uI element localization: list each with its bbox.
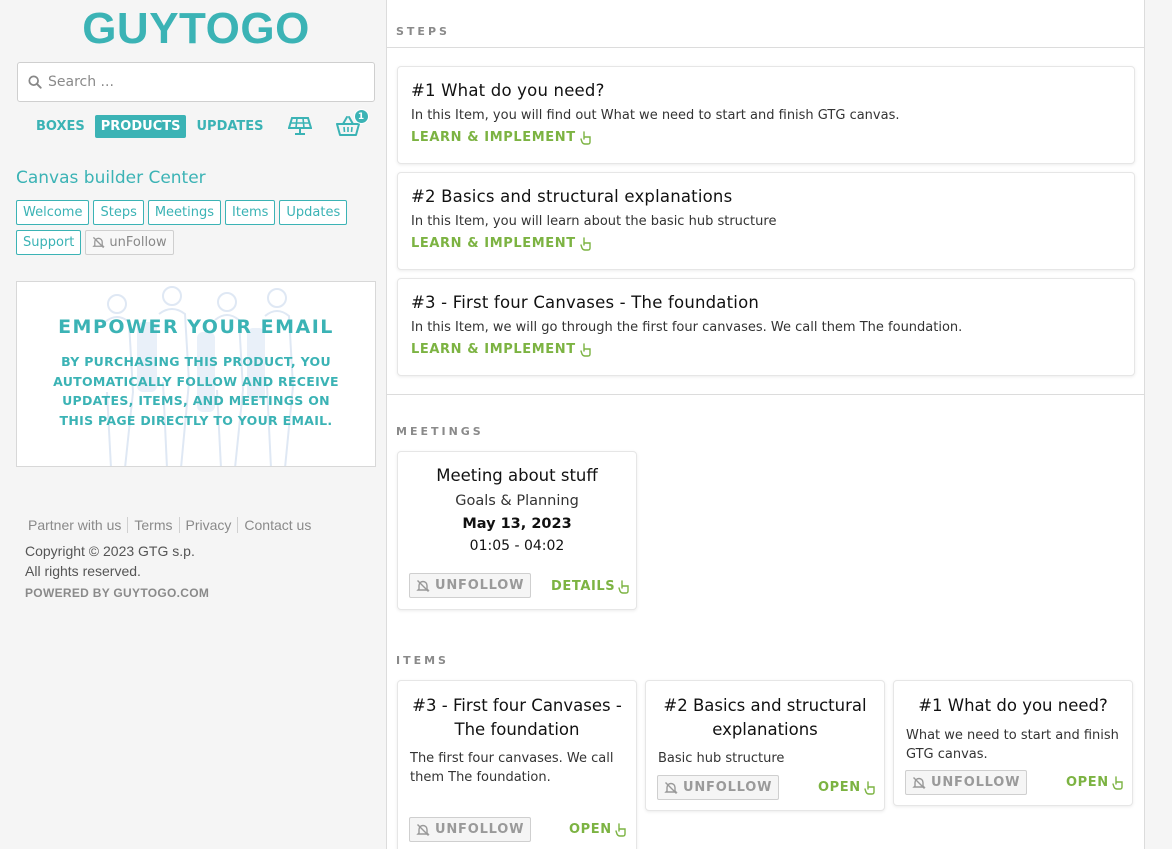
item-text: What we need to start and finish GTG can… [906, 727, 1119, 762]
copyright: Copyright © 2023 GTG s.p. All rights res… [25, 541, 325, 581]
step-title: #1 What do you need? [411, 81, 605, 100]
meetings-divider [387, 394, 1144, 395]
item-card-2[interactable]: #2 Basics and structural explanations Ba… [645, 680, 885, 811]
learn-implement-link[interactable]: LEARN & IMPLEMENT [411, 342, 1121, 357]
bell-slash-icon [416, 579, 430, 592]
pointer-hand-icon [1112, 775, 1123, 790]
pointer-hand-icon [615, 822, 626, 837]
nav-updates[interactable]: UPDATES [190, 115, 269, 138]
details-label: DETAILS [551, 579, 616, 594]
sidebar: GUYTOGO BOXES PRODUCTS UPDATES [0, 0, 387, 849]
promo-text: BY PURCHASING THIS PRODUCT, YOU AUTOMATI… [53, 354, 339, 428]
section-tags: Welcome Steps Meetings Items Updates Sup… [16, 200, 376, 260]
meeting-card[interactable]: Meeting about stuff Goals & Planning May… [397, 451, 637, 610]
meeting-unfollow-button[interactable]: UNFOLLOW [409, 573, 532, 598]
item-title: #3 - First four Canvases - The foundatio… [412, 696, 622, 739]
meeting-time: 01:05 - 04:02 [469, 538, 565, 554]
search-input[interactable] [48, 74, 348, 90]
copyright-line-1: Copyright © 2023 GTG s.p. [25, 543, 195, 559]
copyright-line-2: All rights reserved. [25, 563, 141, 579]
open-label: OPEN [818, 780, 861, 795]
tag-updates[interactable]: Updates [279, 200, 348, 225]
learn-implement-label: LEARN & IMPLEMENT [411, 236, 576, 251]
site-logo[interactable]: GUYTOGO [0, 4, 392, 54]
item-open-link[interactable]: OPEN [818, 780, 876, 795]
unfollow-label: unFollow [109, 235, 167, 250]
steps-divider [387, 47, 1144, 48]
pointer-hand-icon [580, 130, 591, 145]
learn-implement-label: LEARN & IMPLEMENT [411, 130, 576, 145]
bell-slash-icon [912, 776, 926, 789]
pointer-hand-icon [580, 342, 591, 357]
item-unfollow-button[interactable]: UNFOLLOW [409, 817, 532, 842]
step-text: In this Item, you will find out What we … [411, 108, 900, 123]
search-box[interactable] [17, 62, 375, 102]
promo-title: EMPOWER YOUR EMAIL [58, 316, 334, 338]
step-text: In this Item, you will learn about the b… [411, 214, 777, 229]
item-title: #2 Basics and structural explanations [663, 696, 867, 739]
footer-links: Partner with us Terms Privacy Contact us [22, 517, 317, 533]
meetings-section-label: MEETINGS [396, 425, 484, 438]
step-card-2[interactable]: #2 Basics and structural explanations In… [397, 172, 1135, 270]
item-text: Basic hub structure [658, 751, 785, 766]
nav-products[interactable]: PRODUCTS [94, 114, 187, 138]
page-gutter [1145, 0, 1172, 849]
nav-boxes[interactable]: BOXES [30, 115, 91, 138]
solar-panel-icon [287, 117, 312, 135]
main-content: STEPS #1 What do you need? In this Item,… [387, 0, 1145, 849]
step-text: In this Item, we will go through the fir… [411, 320, 963, 335]
center-title: Canvas builder Center [16, 168, 206, 188]
open-label: OPEN [1066, 775, 1109, 790]
meeting-date: May 13, 2023 [462, 516, 572, 532]
search-icon [28, 75, 42, 89]
item-text: The first four canvases. We call them Th… [410, 751, 614, 785]
basket-count-badge: 1 [353, 109, 369, 124]
item-unfollow-button[interactable]: UNFOLLOW [905, 770, 1028, 795]
tag-support[interactable]: Support [16, 230, 82, 255]
tag-items[interactable]: Items [225, 200, 276, 225]
steps-section-label: STEPS [396, 25, 450, 38]
email-promo-box: EMPOWER YOUR EMAIL BY PURCHASING THIS PR… [16, 281, 376, 467]
footer-link-privacy[interactable]: Privacy [180, 517, 239, 533]
item-open-link[interactable]: OPEN [569, 822, 627, 837]
learn-implement-label: LEARN & IMPLEMENT [411, 342, 576, 357]
item-card-3[interactable]: #3 - First four Canvases - The foundatio… [397, 680, 637, 849]
step-title: #3 - First four Canvases - The foundatio… [411, 293, 760, 312]
meeting-details-link[interactable]: DETAILS [551, 579, 630, 594]
step-card-3[interactable]: #3 - First four Canvases - The foundatio… [397, 278, 1135, 376]
footer-link-terms[interactable]: Terms [128, 517, 180, 533]
item-unfollow-button[interactable]: UNFOLLOW [657, 775, 780, 800]
step-title: #2 Basics and structural explanations [411, 187, 733, 206]
learn-implement-link[interactable]: LEARN & IMPLEMENT [411, 130, 1121, 145]
pointer-hand-icon [618, 579, 629, 594]
unfollow-label: UNFOLLOW [931, 775, 1021, 790]
tag-meetings[interactable]: Meetings [147, 200, 222, 225]
bell-slash-icon [416, 823, 430, 836]
pointer-hand-icon [580, 236, 591, 251]
item-card-1[interactable]: #1 What do you need? What we need to sta… [893, 680, 1133, 806]
item-open-link[interactable]: OPEN [1066, 775, 1124, 790]
bell-slash-icon [664, 781, 678, 794]
unfollow-center-button[interactable]: unFollow [85, 230, 174, 255]
powered-by[interactable]: POWERED BY GUYTOGO.COM [25, 586, 209, 600]
tag-steps[interactable]: Steps [93, 200, 144, 225]
open-label: OPEN [569, 822, 612, 837]
unfollow-label: UNFOLLOW [435, 822, 525, 837]
meeting-subtitle: Goals & Planning [455, 493, 579, 509]
solar-panel-button[interactable] [287, 116, 312, 136]
step-card-1[interactable]: #1 What do you need? In this Item, you w… [397, 66, 1135, 164]
tag-welcome[interactable]: Welcome [16, 200, 90, 225]
items-section-label: ITEMS [396, 654, 449, 667]
pointer-hand-icon [864, 780, 875, 795]
bell-slash-icon [92, 236, 106, 249]
item-title: #1 What do you need? [918, 696, 1108, 715]
footer-link-contact[interactable]: Contact us [238, 517, 317, 533]
top-navigation: BOXES PRODUCTS UPDATES 1 [30, 109, 369, 139]
learn-implement-link[interactable]: LEARN & IMPLEMENT [411, 236, 1121, 251]
footer-link-partner[interactable]: Partner with us [22, 517, 129, 533]
unfollow-label: UNFOLLOW [683, 780, 773, 795]
unfollow-label: UNFOLLOW [435, 578, 525, 593]
meeting-title: Meeting about stuff [436, 466, 598, 485]
basket-button[interactable]: 1 [335, 109, 369, 137]
